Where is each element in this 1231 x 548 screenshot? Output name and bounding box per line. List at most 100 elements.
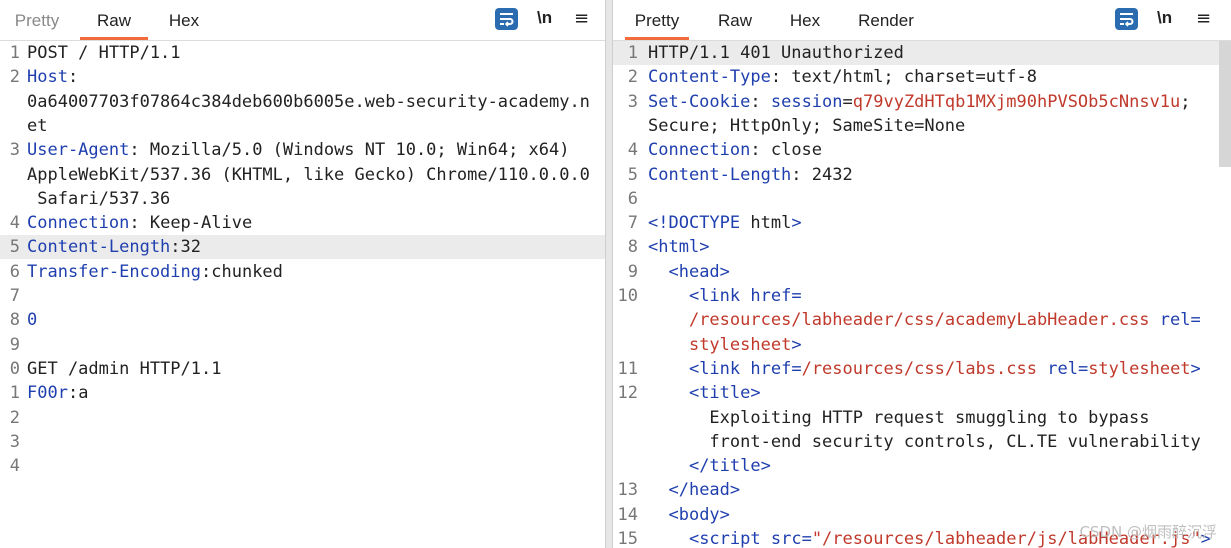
cookie-name: session [770, 91, 843, 112]
chunk-size: 0 [27, 310, 38, 331]
line-content: Exploiting HTTP request smuggling to byp… [648, 406, 1149, 430]
line-content: Connection: close [648, 138, 822, 162]
line-content: <body> [648, 503, 729, 527]
newline-toggle-icon[interactable]: \n [1157, 8, 1172, 28]
line-content: <html> [648, 235, 709, 259]
code-line[interactable]: 2 Content-Type: text/html; charset=utf-8 [613, 65, 1231, 89]
attribute-name: href= [750, 358, 802, 379]
code-line[interactable]: 9 <head> [613, 260, 1231, 284]
code-line[interactable]: 1 POST / HTTP/1.1 [0, 41, 605, 65]
code-line[interactable]: Exploiting HTTP request smuggling to byp… [613, 406, 1231, 430]
line-number: 7 [627, 213, 638, 234]
code-line[interactable]: 2 Host: [0, 65, 605, 89]
code-line[interactable]: 7 [0, 284, 605, 308]
tab-pretty[interactable]: Pretty [8, 8, 66, 37]
code-line[interactable]: 1 F00r:a [0, 381, 605, 405]
header-separator: : [770, 67, 782, 88]
tab-raw[interactable]: Raw [80, 8, 148, 40]
header-separator: : [201, 261, 212, 282]
line-content: GET /admin HTTP/1.1 [27, 357, 221, 381]
code-line[interactable]: 4 Connection: close [613, 138, 1231, 162]
newline-toggle-icon[interactable]: \n [537, 8, 552, 28]
header-value: Mozilla/5.0 (Windows NT 10.0; Win64; x64… [139, 140, 570, 161]
code-line[interactable]: stylesheet> [613, 333, 1231, 357]
header-value: a [78, 383, 89, 404]
tab-hex[interactable]: Hex [160, 8, 208, 37]
menu-icon[interactable]: ≡ [574, 8, 589, 29]
code-line[interactable]: 13 </head> [613, 478, 1231, 502]
code-line[interactable]: et [0, 114, 605, 138]
tag-name: <link [688, 358, 741, 379]
line-number: 3 [9, 431, 20, 452]
code-line[interactable]: 1 HTTP/1.1 401 Unauthorized [613, 41, 1231, 65]
code-line[interactable]: /resources/labheader/css/academyLabHeade… [613, 308, 1231, 332]
markup-token: src= [770, 529, 812, 548]
line-content: User-Agent: Mozilla/5.0 (Windows NT 10.0… [27, 138, 569, 162]
code-line[interactable]: 4 [0, 454, 605, 478]
line-number: 11 [617, 358, 638, 379]
header-value: chunked [211, 261, 283, 282]
code-line[interactable]: front-end security controls, CL.TE vulne… [613, 430, 1231, 454]
header-separator: : [67, 383, 79, 404]
header-name: User-Agent [27, 140, 130, 161]
line-number: 8 [9, 310, 20, 331]
line-number: 5 [627, 164, 638, 185]
line-number: 1 [627, 43, 638, 63]
line-number: 4 [9, 456, 20, 477]
code-line[interactable]: 0a64007703f07864c384deb600b6005e.web-sec… [0, 90, 605, 114]
word-wrap-icon[interactable] [495, 8, 518, 30]
code-line[interactable]: 2 [0, 406, 605, 430]
line-number: 1 [9, 43, 20, 63]
code-line[interactable]: 6 [613, 187, 1231, 211]
code-line[interactable]: 80 [0, 308, 605, 332]
code-line[interactable]: </title> [613, 454, 1231, 478]
tab-pretty[interactable]: Pretty [625, 8, 689, 40]
vertical-scrollbar[interactable] [1219, 41, 1231, 167]
code-line[interactable]: AppleWebKit/537.36 (KHTML, like Gecko) C… [0, 163, 605, 187]
code-line[interactable]: Safari/537.36 [0, 187, 605, 211]
line-number: 2 [627, 67, 638, 88]
code-line[interactable]: 3 Set-Cookie: session=q79vyZdHTqb1MXjm90h… [613, 90, 1231, 114]
response-editor[interactable]: 1 HTTP/1.1 401 Unauthorized 2 Content-Type:… [613, 41, 1231, 548]
code-line[interactable]: 0 GET /admin HTTP/1.1 [0, 357, 605, 381]
watermark: CSDN @烟雨醉沉浮 [1079, 523, 1217, 541]
line-content: 0a64007703f07864c384deb600b6005e.web-sec… [27, 90, 590, 114]
attribute-value: stylesheet [688, 334, 792, 355]
code-line[interactable]: 3 [0, 430, 605, 454]
line-content: <!DOCTYPE html> [648, 211, 802, 235]
tab-raw[interactable]: Raw [713, 8, 757, 37]
code-line[interactable]: 10 <link href= [613, 284, 1231, 308]
code-line[interactable]: 7 <!DOCTYPE html> [613, 211, 1231, 235]
code-line[interactable]: 5 Content-Length:32 [0, 235, 605, 260]
code-line[interactable]: Secure; HttpOnly; SameSite=None [613, 114, 1231, 138]
word-wrap-icon[interactable] [1115, 8, 1138, 30]
tab-render[interactable]: Render [853, 8, 919, 37]
line-number: 3 [627, 91, 638, 112]
line-content: Set-Cookie: session=q79vyZdHTqb1MXjm90hP… [648, 90, 1191, 114]
menu-icon[interactable]: ≡ [1196, 8, 1211, 29]
request-editor[interactable]: 1 POST / HTTP/1.1 2 Host: 0a64007703f07864c3… [0, 41, 605, 548]
code-line[interactable]: 6 Transfer-Encoding:chunked [0, 260, 605, 284]
code-line[interactable]: 4 Connection: Keep-Alive [0, 211, 605, 235]
line-content: Connection: Keep-Alive [27, 211, 252, 235]
line-number: 5 [9, 237, 20, 258]
code-line[interactable]: 9 [0, 333, 605, 357]
header-value: 32 [180, 237, 202, 258]
tab-hex[interactable]: Hex [785, 8, 825, 37]
code-line[interactable]: 5 Content-Length: 2432 [613, 163, 1231, 187]
code-line[interactable]: 8 <html> [613, 235, 1231, 259]
header-name: Connection [27, 213, 130, 234]
pane-divider[interactable] [605, 0, 613, 548]
code-line[interactable]: 11 <link href=/resources/css/labs.css re… [613, 357, 1231, 381]
code-line[interactable]: 12 <title> [613, 381, 1231, 405]
header-name: F00r [27, 383, 68, 404]
attribute-value: /resources/labheader/css/academyLabHeade… [688, 310, 1150, 331]
code-line[interactable]: 3 User-Agent: Mozilla/5.0 (Windows NT 10.… [0, 138, 605, 162]
header-value: 2432 [801, 164, 853, 185]
header-separator: : [129, 140, 140, 161]
request-tab-bar: Pretty Raw Hex \n ≡ [0, 0, 605, 41]
